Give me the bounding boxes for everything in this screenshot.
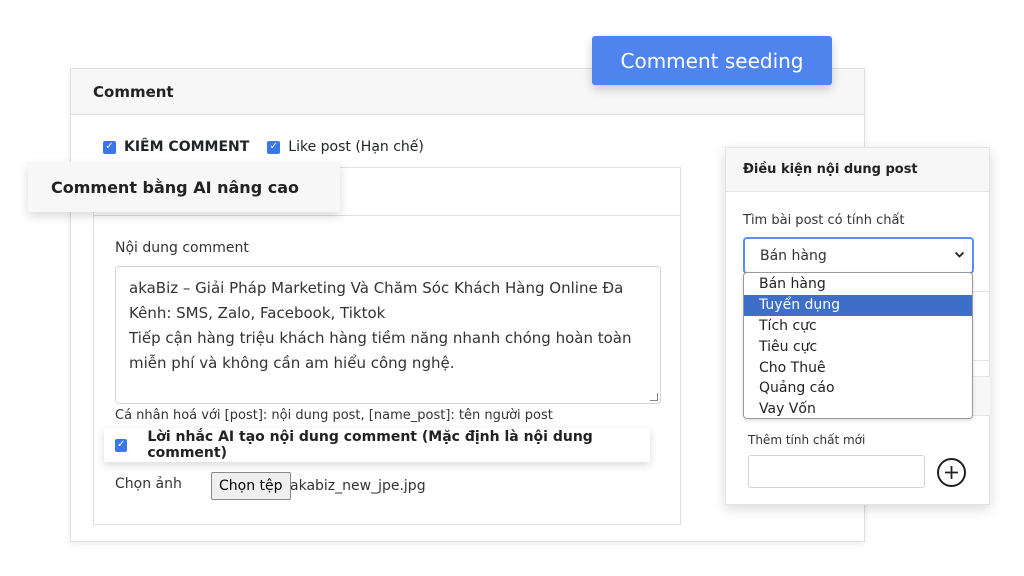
ai-comment-title: Comment bằng AI nâng cao xyxy=(28,162,340,212)
add-property-label: Thêm tính chất mới xyxy=(748,433,866,447)
comment-content-textarea[interactable]: akaBiz – Giải Pháp Marketing Và Chăm Sóc… xyxy=(115,266,661,404)
like-post-checkbox[interactable]: ✓ xyxy=(267,140,281,154)
dropdown-option[interactable]: Bán hàng xyxy=(744,274,972,295)
choose-file-button[interactable]: Chọn tệp xyxy=(211,472,291,500)
comment-options-row: ✓ KIÊM COMMENT ✓ Like post (Hạn chế) xyxy=(103,139,424,155)
ai-comment-title-text: Comment bằng AI nâng cao xyxy=(51,177,299,197)
post-type-selected: Bán hàng xyxy=(760,247,827,264)
kiem-comment-checkbox[interactable]: ✓ xyxy=(103,140,116,154)
like-post-label: Like post (Hạn chế) xyxy=(288,139,424,155)
post-conditions-title: Điều kiện nội dung post xyxy=(743,162,918,177)
comment-content-text: akaBiz – Giải Pháp Marketing Và Chăm Sóc… xyxy=(129,279,632,372)
image-label: Chọn ảnh xyxy=(115,476,182,492)
ai-reminder-label: Lời nhắc AI tạo nội dung comment (Mặc đị… xyxy=(147,429,593,461)
ai-comment-card: Nội dung comment akaBiz – Giải Pháp Mark… xyxy=(93,167,681,525)
comment-content-label: Nội dung comment xyxy=(115,240,249,256)
dropdown-option[interactable]: Tích cực xyxy=(744,316,972,337)
comment-card-title: Comment xyxy=(93,82,174,101)
add-property-plus-icon[interactable] xyxy=(937,458,966,487)
ai-reminder-checkbox[interactable]: ✓ xyxy=(115,438,128,452)
comment-seeding-button[interactable]: Comment seeding xyxy=(592,36,832,85)
personalize-hint: Cá nhân hoá với [post]: nội dung post, [… xyxy=(115,408,553,423)
chevron-down-icon xyxy=(954,249,965,263)
resize-handle-icon[interactable] xyxy=(650,393,658,401)
file-name: akabiz_new_jpe.jpg xyxy=(290,478,426,494)
find-post-label: Tìm bài post có tính chất xyxy=(743,213,905,228)
add-property-input[interactable] xyxy=(748,455,925,488)
post-type-dropdown[interactable]: Bán hàng Tuyển dụng Tích cực Tiêu cực Ch… xyxy=(743,272,973,419)
dropdown-option[interactable]: Tuyển dụng xyxy=(744,294,972,316)
dropdown-option[interactable]: Cho Thuê xyxy=(744,357,972,378)
kiem-comment-label: KIÊM COMMENT xyxy=(124,139,250,155)
ai-reminder-row: ✓ Lời nhắc AI tạo nội dung comment (Mặc … xyxy=(104,428,650,462)
dropdown-option[interactable]: Vay Vốn xyxy=(744,399,972,420)
post-type-select[interactable]: Bán hàng xyxy=(743,237,974,274)
post-conditions-header: Điều kiện nội dung post xyxy=(726,148,989,192)
dropdown-option[interactable]: Quảng cáo xyxy=(744,378,972,399)
dropdown-option[interactable]: Tiêu cực xyxy=(744,336,972,357)
